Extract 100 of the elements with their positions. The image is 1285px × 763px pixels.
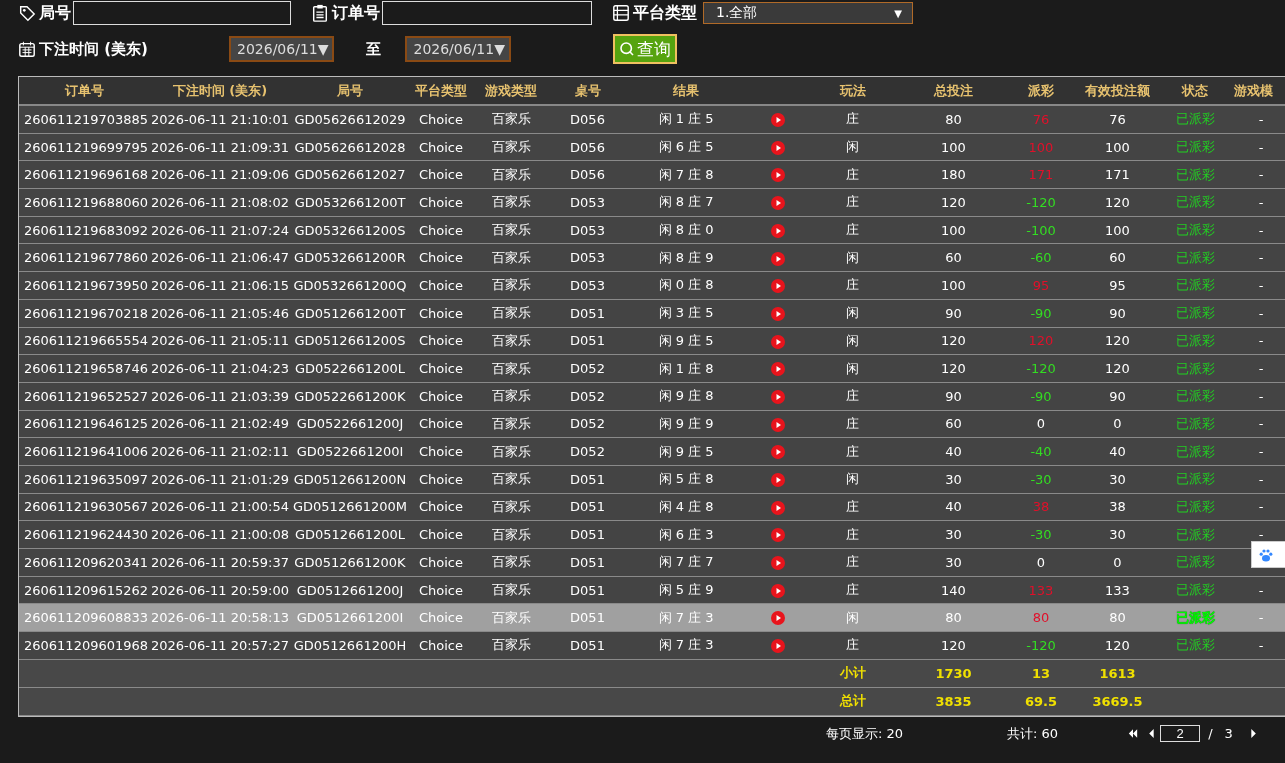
play-icon[interactable] <box>770 334 785 349</box>
payout-amount: 120 <box>1028 333 1054 349</box>
page-number-field[interactable]: 2 <box>1160 725 1201 743</box>
play-icon[interactable] <box>770 362 785 377</box>
play-icon[interactable] <box>770 306 785 321</box>
play-icon[interactable] <box>770 389 785 404</box>
bet-type: 庄 <box>846 222 859 238</box>
status-text: 已派彩 <box>1175 222 1215 238</box>
table-row[interactable]: 260611219630567 2026-06-11 21:00:54 GD0512661200M Choice 百家乐 D051 闲 4 庄 8 庄 40 38 38 已派彩 - <box>19 493 1285 521</box>
play-icon[interactable] <box>770 140 785 155</box>
platform-type: Choice <box>419 111 463 127</box>
play-icon[interactable] <box>770 528 785 543</box>
table-row[interactable]: 260611219677860 2026-06-11 21:06:47 GD0532661200R Choice 百家乐 D053 闲 8 庄 9 闲 60 -60 60 已派彩 - <box>19 243 1285 272</box>
payout-amount: 95 <box>1032 277 1050 293</box>
table-row[interactable]: 260611219641006 2026-06-11 21:02:11 GD0522661200I Choice 百家乐 D052 闲 9 庄 5 庄 40 -40 40 已派彩 - <box>19 437 1285 466</box>
platform-type: Choice <box>419 388 463 404</box>
total-count: 共计: 60 <box>1007 724 1059 743</box>
column-header: 结果 <box>673 82 699 98</box>
order-number: 260611219688060 <box>24 194 149 210</box>
play-icon[interactable] <box>770 500 785 515</box>
bet-type: 庄 <box>846 194 859 210</box>
game-mode: - <box>1258 250 1264 266</box>
play-icon[interactable] <box>770 445 785 460</box>
next-page-icon[interactable] <box>1250 729 1257 739</box>
play-icon[interactable] <box>770 639 785 654</box>
status-text: 已派彩 <box>1175 388 1215 404</box>
table-row[interactable]: 260611219652527 2026-06-11 21:03:39 GD0522661200K Choice 百家乐 D052 闲 9 庄 8 庄 90 -90 90 已派彩 - <box>19 382 1285 411</box>
platform-type: Choice <box>419 499 463 515</box>
play-icon[interactable] <box>770 611 785 626</box>
order-field[interactable] <box>382 1 592 25</box>
column-header: 状态 <box>1182 82 1208 98</box>
order-number: 260611219699795 <box>24 139 149 155</box>
status-text: 已派彩 <box>1175 332 1215 348</box>
table-number: D051 <box>570 527 605 543</box>
bet-type: 庄 <box>846 554 859 570</box>
column-header: 游戏模 <box>1234 82 1273 98</box>
play-icon[interactable] <box>770 417 785 432</box>
clipboard-icon <box>311 4 329 22</box>
play-icon[interactable] <box>770 279 785 294</box>
table-row[interactable]: 260611219673950 2026-06-11 21:06:15 GD0532661200Q Choice 百家乐 D053 闲 0 庄 8 庄 100 95 95 已派彩 - <box>19 271 1285 300</box>
table-row[interactable]: 260611209615262 2026-06-11 20:59:00 GD0512661200J Choice 百家乐 D051 闲 5 庄 9 庄 140 133 133 已派彩 - <box>19 576 1285 604</box>
play-icon[interactable] <box>770 223 785 238</box>
round-number: GD05626612029 <box>294 111 406 127</box>
table-row[interactable]: 260611219658746 2026-06-11 21:04:23 GD0522661200L Choice 百家乐 D052 闲 1 庄 8 闲 120 -120 120 已派彩 - <box>19 354 1285 383</box>
game-mode: - <box>1258 471 1264 487</box>
status-text: 已派彩 <box>1175 360 1215 376</box>
bet-time: 2026-06-11 21:06:47 <box>150 250 290 266</box>
play-icon[interactable] <box>770 583 785 598</box>
bet-time-label: 下注时间 (美东) <box>39 39 149 59</box>
table-row[interactable]: 260611209601968 2026-06-11 20:57:27 GD0512661200H Choice 百家乐 D051 闲 7 庄 3 庄 120 -120 120 已派彩 - <box>19 631 1285 660</box>
table-row[interactable]: 260611219703885 2026-06-11 21:10:01 GD05626612029 Choice 百家乐 D056 闲 1 庄 5 庄 80 76 76 已派彩 - <box>19 105 1285 134</box>
total-bet: 140 <box>941 582 966 598</box>
payout-amount: 76 <box>1032 111 1050 127</box>
table-row[interactable]: 260611219646125 2026-06-11 21:02:49 GD0522661200J Choice 百家乐 D052 闲 9 庄 9 庄 60 0 0 已派彩 - <box>19 410 1285 438</box>
table-row[interactable]: 260611219635097 2026-06-11 21:01:29 GD0512661200N Choice 百家乐 D051 闲 5 庄 8 闲 30 -30 30 已派彩 - <box>19 465 1285 494</box>
total-bet: 100 <box>941 222 966 238</box>
bet-type: 闲 <box>846 332 859 348</box>
result-text: 闲 7 庄 3 <box>658 609 714 625</box>
status-text: 已派彩 <box>1175 111 1215 127</box>
tag-icon <box>18 4 36 22</box>
play-icon[interactable] <box>770 196 785 211</box>
paw-widget[interactable] <box>1251 541 1285 568</box>
table-row[interactable]: 260611209620341 2026-06-11 20:59:37 GD0512661200K Choice 百家乐 D051 闲 7 庄 7 庄 30 0 0 已派彩 <box>19 548 1285 577</box>
game-type: 百家乐 <box>491 139 531 155</box>
status-text: 已派彩 <box>1175 526 1215 542</box>
game-type: 百家乐 <box>491 332 531 348</box>
payout-amount: 133 <box>1028 582 1054 598</box>
column-header: 局号 <box>337 82 363 98</box>
result-text: 闲 4 庄 8 <box>658 498 714 514</box>
table-row[interactable]: 260611219665554 2026-06-11 21:05:11 GD0512661200S Choice 百家乐 D051 闲 9 庄 5 闲 120 120 120 已派彩 - <box>19 327 1285 355</box>
payout-amount: -30 <box>1030 471 1052 487</box>
valid-bet: 100 <box>1105 139 1130 155</box>
game-type: 百家乐 <box>491 582 531 598</box>
play-icon[interactable] <box>770 556 785 571</box>
platform-dropdown[interactable]: 1.全部 ▼ <box>703 2 913 24</box>
table-row[interactable]: 260611219699795 2026-06-11 21:09:31 GD05626612028 Choice 百家乐 D056 闲 6 庄 5 闲 100 100 100 已派彩 - <box>19 133 1285 161</box>
play-icon[interactable] <box>770 251 785 266</box>
table-row[interactable]: 260611219670218 2026-06-11 21:05:46 GD0512661200T Choice 百家乐 D051 闲 3 庄 5 闲 90 -90 90 已派彩 - <box>19 299 1285 327</box>
date-to-picker[interactable]: 2026/06/11▼ <box>405 36 511 62</box>
previous-page-icon[interactable] <box>1148 729 1155 739</box>
play-icon[interactable] <box>770 168 785 183</box>
play-icon[interactable] <box>770 113 785 128</box>
date-from-picker[interactable]: 2026/06/11▼ <box>229 36 335 62</box>
table-row[interactable]: 260611219624430 2026-06-11 21:00:08 GD0512661200L Choice 百家乐 D051 闲 6 庄 3 庄 30 -30 30 已派彩 - <box>19 520 1285 549</box>
first-page-icon[interactable] <box>1128 729 1139 739</box>
status-text: 已派彩 <box>1175 277 1215 293</box>
bet-type: 闲 <box>846 609 859 625</box>
table-number: D051 <box>570 582 605 598</box>
play-icon[interactable] <box>770 473 785 488</box>
total-bet: 1730 <box>935 665 972 681</box>
column-header: 下注时间 (美东) <box>172 82 268 98</box>
result-text: 闲 0 庄 8 <box>658 277 714 293</box>
round-number: GD0512661200H <box>293 637 407 653</box>
round-field[interactable] <box>73 1 291 25</box>
platform-type: Choice <box>419 471 463 487</box>
table-row[interactable]: 260611219683092 2026-06-11 21:07:24 GD0532661200S Choice 百家乐 D053 闲 8 庄 0 庄 100 -100 100 已派彩 - <box>19 216 1285 244</box>
status-text: 已派彩 <box>1175 249 1215 265</box>
table-row[interactable]: 260611219688060 2026-06-11 21:08:02 GD0532661200T Choice 百家乐 D053 闲 8 庄 7 庄 120 -120 120 已派彩 - <box>19 188 1285 217</box>
table-row[interactable]: 260611219696168 2026-06-11 21:09:06 GD05626612027 Choice 百家乐 D056 闲 7 庄 8 庄 180 171 171 已派彩 - <box>19 160 1285 189</box>
table-number: D056 <box>570 167 605 183</box>
